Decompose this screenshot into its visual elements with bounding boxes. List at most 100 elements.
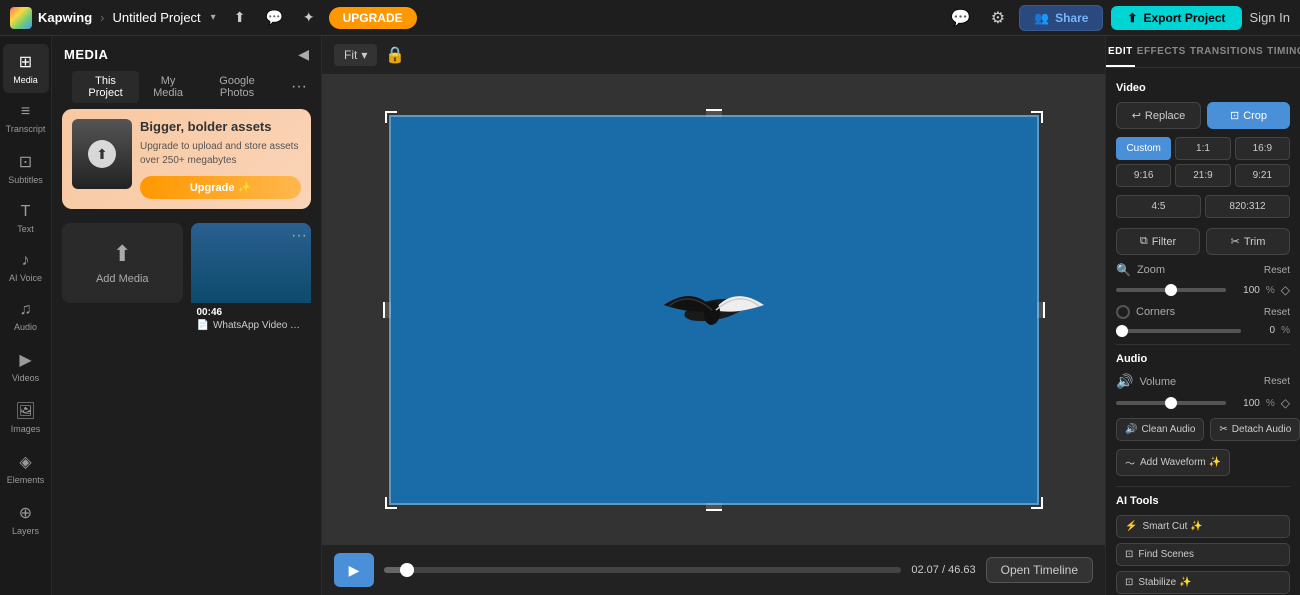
media-thumbnail[interactable]: 00:46 📄 WhatsApp Video 20... ··· bbox=[191, 223, 312, 335]
share-button[interactable]: 👥 Share bbox=[1019, 5, 1103, 31]
export-icon: ⬆ bbox=[1127, 11, 1137, 25]
videos-icon: ▶ bbox=[19, 350, 31, 370]
zoom-keyframe-icon[interactable]: ◇ bbox=[1281, 283, 1290, 297]
export-button[interactable]: ⬆ Export Project bbox=[1111, 6, 1241, 30]
subtitles-icon: ⊡ bbox=[19, 152, 32, 172]
crop-button[interactable]: ⊡ Crop bbox=[1207, 102, 1290, 129]
handle-topmiddle[interactable] bbox=[706, 109, 722, 117]
ratio-1-1[interactable]: 1:1 bbox=[1175, 137, 1230, 160]
tab-edit[interactable]: EDIT bbox=[1106, 36, 1135, 67]
handle-bottomleft[interactable] bbox=[385, 497, 397, 509]
tab-my-media[interactable]: My Media bbox=[139, 71, 197, 103]
magic-button[interactable]: ✦ bbox=[297, 5, 321, 30]
sidebar-item-subtitles[interactable]: ⊡ Subtitles bbox=[3, 144, 49, 193]
add-media-icon: ⬆ bbox=[113, 241, 131, 267]
video-duration: 00:46 bbox=[197, 307, 306, 318]
sidebar-item-aivoice[interactable]: ♪ AI Voice bbox=[3, 244, 49, 291]
handle-middleright[interactable] bbox=[1037, 302, 1045, 318]
more-options-button[interactable]: ··· bbox=[287, 78, 311, 96]
handle-topright[interactable] bbox=[1031, 111, 1043, 123]
open-timeline-button[interactable]: Open Timeline bbox=[986, 557, 1093, 583]
tab-effects[interactable]: EFFECTS bbox=[1135, 36, 1188, 67]
tab-this-project[interactable]: This Project bbox=[72, 71, 139, 103]
upgrade-card-title: Bigger, bolder assets bbox=[140, 119, 301, 136]
timeline-thumb[interactable] bbox=[400, 563, 414, 577]
handle-middleleft[interactable] bbox=[383, 302, 391, 318]
zoom-reset-button[interactable]: Reset bbox=[1264, 265, 1290, 276]
upgrade-button[interactable]: UPGRADE bbox=[329, 7, 417, 29]
timeline-bar[interactable] bbox=[384, 567, 901, 573]
sidebar-item-transcript[interactable]: ≡ Transcript bbox=[3, 95, 49, 142]
tab-google-photos[interactable]: Google Photos bbox=[197, 71, 277, 103]
zoom-slider-row: 100 % ◇ bbox=[1116, 283, 1290, 297]
volume-icon: 🔊 bbox=[1116, 373, 1133, 390]
project-name[interactable]: Untitled Project bbox=[113, 10, 201, 25]
media-icon: ⊞ bbox=[19, 52, 32, 72]
comments-button[interactable]: 💬 bbox=[259, 5, 288, 30]
elements-icon: ◈ bbox=[19, 452, 31, 472]
trim-button[interactable]: ✂ Trim bbox=[1206, 228, 1290, 255]
canvas-area: Fit ▾ 🔒 bbox=[322, 36, 1105, 595]
volume-keyframe-icon[interactable]: ◇ bbox=[1281, 396, 1290, 410]
volume-reset-button[interactable]: Reset bbox=[1264, 376, 1290, 387]
panel-collapse-button[interactable]: ◀ bbox=[298, 46, 309, 63]
divider-ai bbox=[1116, 486, 1290, 487]
video-file-icon: 📄 bbox=[197, 320, 209, 331]
ratio-21-9[interactable]: 21:9 bbox=[1175, 164, 1230, 187]
play-button[interactable]: ▶ bbox=[334, 553, 374, 587]
canvas-viewport[interactable] bbox=[322, 75, 1105, 545]
upgrade-card-button[interactable]: Upgrade ✨ bbox=[140, 176, 301, 199]
replace-button[interactable]: ↩ Replace bbox=[1116, 102, 1201, 129]
divider-audio bbox=[1116, 344, 1290, 345]
tab-timing[interactable]: TIMING bbox=[1265, 36, 1300, 67]
right-panel: EDIT EFFECTS TRANSITIONS TIMING Video ↩ … bbox=[1105, 36, 1300, 595]
ratio-9-21[interactable]: 9:21 bbox=[1235, 164, 1290, 187]
sidebar-item-audio[interactable]: ♫ Audio bbox=[3, 293, 49, 340]
video-info: 📄 WhatsApp Video 20... bbox=[197, 320, 306, 331]
tab-transitions[interactable]: TRANSITIONS bbox=[1188, 36, 1265, 67]
add-media-button[interactable]: ⬆ Add Media bbox=[62, 223, 183, 303]
handle-bottomright[interactable] bbox=[1031, 497, 1043, 509]
speech-button[interactable]: 💬 bbox=[945, 4, 977, 32]
trim-icon: ✂ bbox=[1231, 235, 1240, 248]
ratio-16-9[interactable]: 16:9 bbox=[1235, 137, 1290, 160]
upgrade-card: ⬆ Bigger, bolder assets Upgrade to uploa… bbox=[62, 109, 311, 209]
ratio-custom[interactable]: Custom bbox=[1116, 137, 1171, 160]
fit-button[interactable]: Fit ▾ bbox=[334, 44, 377, 66]
detach-audio-button[interactable]: ✂ Detach Audio bbox=[1210, 418, 1300, 441]
sidebar-item-media[interactable]: ⊞ Media bbox=[3, 44, 49, 93]
sidebar-item-videos[interactable]: ▶ Videos bbox=[3, 342, 49, 391]
sidebar-item-layers[interactable]: ⊕ Layers bbox=[3, 495, 49, 544]
add-waveform-button[interactable]: 〜 Add Waveform ✨ bbox=[1116, 449, 1230, 476]
ratio-4-5[interactable]: 4:5 bbox=[1116, 195, 1201, 218]
corners-slider[interactable] bbox=[1116, 329, 1241, 333]
handle-bottommiddle[interactable] bbox=[706, 503, 722, 511]
ratio-820-312[interactable]: 820:312 bbox=[1205, 195, 1290, 218]
volume-slider[interactable] bbox=[1116, 401, 1226, 405]
volume-label: Volume bbox=[1139, 376, 1176, 388]
corners-row: Corners Reset bbox=[1116, 305, 1290, 319]
main-layout: ⊞ Media ≡ Transcript ⊡ Subtitles T Text … bbox=[0, 36, 1300, 595]
ratio-row2: 4:5 820:312 bbox=[1116, 195, 1290, 218]
settings-button[interactable]: ⚙ bbox=[985, 4, 1011, 32]
corners-reset-button[interactable]: Reset bbox=[1264, 307, 1290, 318]
sidebar-item-elements[interactable]: ◈ Elements bbox=[3, 444, 49, 493]
chevron-down-icon[interactable]: ▾ bbox=[211, 12, 216, 23]
media-more-button[interactable]: ··· bbox=[291, 227, 307, 245]
lock-button[interactable]: 🔒 bbox=[385, 45, 405, 65]
logo-icon bbox=[10, 7, 32, 29]
find-scenes-button[interactable]: ⊡ Find Scenes bbox=[1116, 543, 1290, 566]
zoom-slider[interactable] bbox=[1116, 288, 1226, 292]
ratio-grid: Custom 1:1 16:9 9:16 21:9 9:21 bbox=[1116, 137, 1290, 187]
clean-audio-button[interactable]: 🔊 Clean Audio bbox=[1116, 418, 1204, 441]
ratio-9-16[interactable]: 9:16 bbox=[1116, 164, 1171, 187]
upload-button[interactable]: ⬆ bbox=[228, 5, 252, 30]
sidebar-item-images[interactable]: 🖼 Images bbox=[3, 393, 49, 442]
smart-cut-button[interactable]: ⚡ Smart Cut ✨ bbox=[1116, 515, 1290, 538]
stabilize-button[interactable]: ⊡ Stabilize ✨ bbox=[1116, 571, 1290, 594]
filter-button[interactable]: ⧉ Filter bbox=[1116, 228, 1200, 255]
handle-topleft[interactable] bbox=[385, 111, 397, 123]
sidebar-item-text[interactable]: T Text bbox=[3, 195, 49, 242]
clean-detach-row: 🔊 Clean Audio ✂ Detach Audio bbox=[1116, 418, 1290, 441]
signin-button[interactable]: Sign In bbox=[1250, 10, 1290, 25]
